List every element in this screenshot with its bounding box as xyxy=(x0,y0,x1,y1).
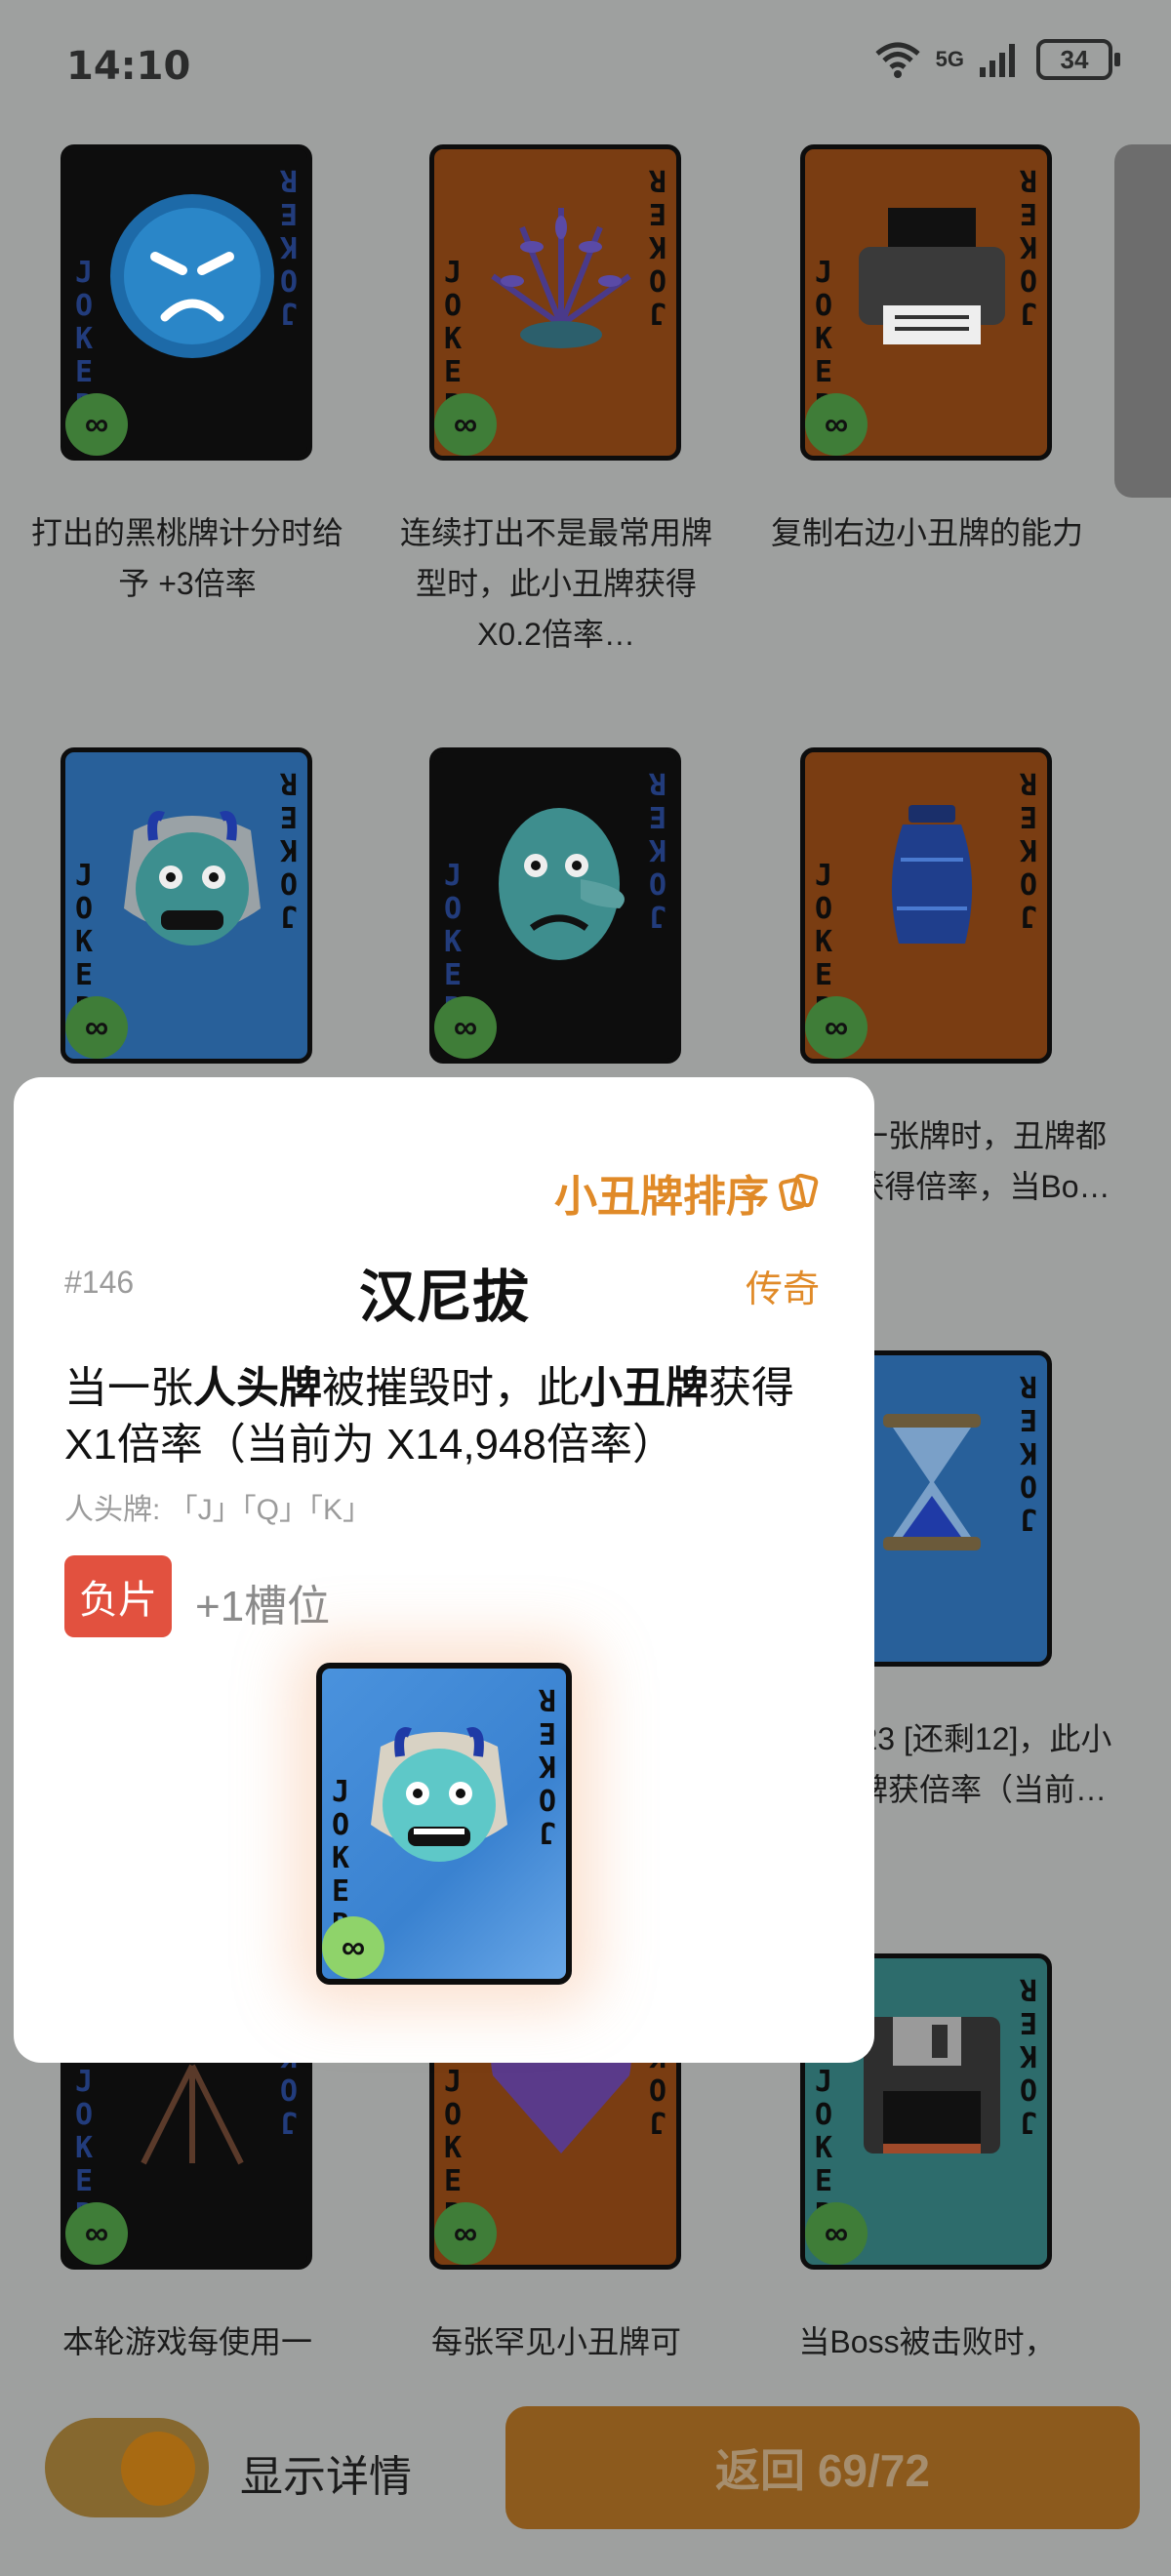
card-letters: JOKER xyxy=(538,1682,557,1849)
scroll-indicator[interactable] xyxy=(1114,144,1171,498)
effect-keyword: 人头牌 xyxy=(193,1364,322,1412)
effect-text: 当一张 xyxy=(64,1364,193,1412)
negative-edition-badge: 负片 xyxy=(64,1555,172,1637)
show-details-toggle[interactable] xyxy=(45,2418,209,2517)
joker-sort-link[interactable]: 小丑牌排序 xyxy=(554,1161,820,1224)
angry-face-icon xyxy=(110,194,274,358)
joker-card[interactable]: JOKER JOKER ∞ xyxy=(429,747,681,1064)
battery-icon: 34 xyxy=(1036,39,1120,80)
card-description: 复制右边小丑牌的能力 xyxy=(770,515,1083,550)
infinity-badge: ∞ xyxy=(805,996,868,1059)
infinity-badge: ∞ xyxy=(322,1916,384,1979)
joker-detail-panel[interactable]: 小丑牌排序 #146 汉尼拔 传奇 当一张人头牌被摧毁时，此小丑牌获得X1倍率（… xyxy=(14,1077,874,2063)
joker-card[interactable]: JOKER JOKER ∞ xyxy=(61,747,312,1064)
ogre-mask-icon xyxy=(124,811,261,946)
card-description: 连续打出不是最常用牌型时，此小丑牌获得 X0.2倍率… xyxy=(399,515,712,652)
joker-effect: 当一张人头牌被摧毁时，此小丑牌获得X1倍率（当前为 X14,948倍率） xyxy=(64,1360,845,1473)
joker-card[interactable]: JOKER JOKER ∞ xyxy=(800,144,1052,461)
joker-card[interactable]: JOKER JOKER ∞ xyxy=(800,747,1052,1064)
effect-keyword: 小丑牌 xyxy=(580,1364,708,1412)
infinity-badge: ∞ xyxy=(805,393,868,456)
network-type: 5G xyxy=(935,47,964,71)
battery-level: 34 xyxy=(1060,44,1089,74)
rarity-label: 传奇 xyxy=(745,1269,820,1310)
printer-icon xyxy=(859,208,1005,344)
effect-text: 被摧毁时，此 xyxy=(322,1364,580,1412)
status-icons: 5G 34 xyxy=(873,39,1120,80)
infinity-badge: ∞ xyxy=(434,2202,497,2265)
sort-link-label: 小丑牌排序 xyxy=(554,1173,769,1221)
card-description: 当Boss被击败时， xyxy=(798,2324,1056,2359)
urn-icon xyxy=(891,805,973,944)
card-description: 每张罕见小丑牌可 xyxy=(430,2324,681,2359)
signal-icon xyxy=(980,44,1015,77)
wifi-icon xyxy=(875,42,920,78)
infinity-badge: ∞ xyxy=(65,393,128,456)
infinity-badge: ∞ xyxy=(65,2202,128,2265)
face-card-note: 人头牌: 「J」「Q」「K」 xyxy=(64,1494,373,1526)
joker-card-large: JOKER JOKER ∞ xyxy=(316,1663,572,1985)
joker-card[interactable]: JOKER JOKER ∞ xyxy=(429,144,681,461)
card-description: 打出的黑桃牌计分时给予 +3倍率 xyxy=(30,515,343,601)
infinity-badge: ∞ xyxy=(434,393,497,456)
infinity-badge: ∞ xyxy=(805,2202,868,2265)
ogre-mask-icon xyxy=(371,1727,507,1862)
tengu-mask-icon xyxy=(499,808,625,960)
infinity-badge: ∞ xyxy=(65,996,128,1059)
potted-fern-icon xyxy=(491,208,631,348)
slot-bonus: +1槽位 xyxy=(195,1583,331,1630)
status-bar: 14:10 5G 34 xyxy=(0,0,1171,137)
toggle-knob[interactable] xyxy=(121,2432,195,2506)
back-button[interactable]: 返回 69/72 xyxy=(505,2406,1140,2529)
card-description: 本轮游戏每使用一 xyxy=(61,2324,312,2359)
infinity-badge: ∞ xyxy=(434,996,497,1059)
status-time: 14:10 xyxy=(66,44,191,89)
joker-card[interactable]: JOKER JOKER ∞ xyxy=(61,144,312,461)
show-details-label: 显示详情 xyxy=(240,2453,412,2501)
cards-icon xyxy=(779,1173,819,1212)
